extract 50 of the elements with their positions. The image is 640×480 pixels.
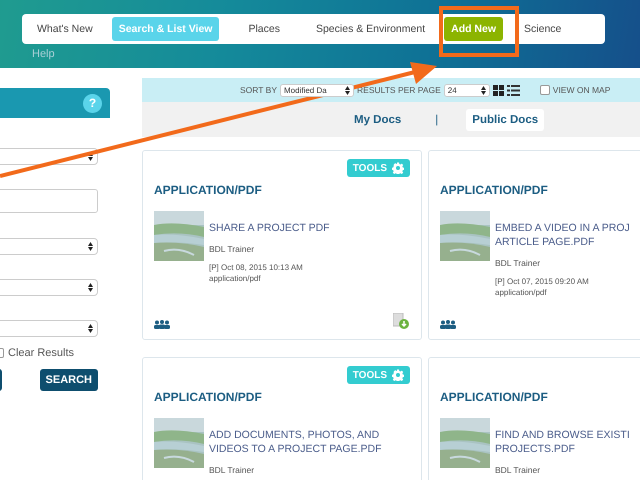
updown-icon [345,86,350,94]
updown-icon [480,86,486,94]
tab-separator: | [435,114,438,126]
updown-icon [88,324,93,333]
document-title[interactable]: VIDEOS TO A PROJECT PAGE.PDF [209,442,382,456]
list-view-icon[interactable] [506,84,520,96]
date: [P] Oct 08, 2015 10:13 AM [209,263,304,272]
checkbox-label: Clear Results [8,347,74,359]
map-checkbox[interactable] [540,85,550,95]
map-checkbox-label: VIEW ON MAP [552,85,610,95]
updown-icon [88,283,93,292]
mime-type: application/pdf [495,288,548,297]
document-title[interactable]: FIND AND BROWSE EXISTI [495,428,630,442]
download-icon[interactable] [393,313,409,329]
document-type: APPLICATION/PDF [440,183,549,197]
grid-view-icon[interactable] [492,84,504,96]
document-title[interactable]: ARTICLE PAGE.PDF [495,235,630,249]
nav-link[interactable]: What's New [30,17,100,41]
document-type: APPLICATION/PDF [154,183,263,197]
author: BDL Trainer [495,258,542,268]
document-title[interactable]: EMBED A VIDEO IN A PROJ [495,221,630,235]
mime-type: application/pdf [209,274,262,283]
input-field[interactable] [0,189,98,213]
per-page-label: RESULTS PER PAGE [357,85,441,95]
nav-link[interactable]: Science [517,17,568,41]
author: BDL Trainer [209,465,256,475]
sort-select[interactable]: Modified Da [280,84,354,96]
select-field[interactable] [0,320,98,337]
select-field[interactable] [0,238,98,255]
select-field[interactable] [0,279,98,296]
search-button[interactable]: SEARCH [40,369,98,391]
document-title[interactable]: SHARE A PROJECT PDF [209,221,330,235]
gear-icon [392,369,404,381]
per-page-select[interactable]: 24 [444,84,490,96]
tab[interactable]: My Docs [348,108,408,130]
gear-icon [392,162,404,174]
nav-link[interactable]: Places [241,17,287,41]
date: [P] Oct 07, 2015 09:20 AM [495,277,590,286]
tab[interactable]: Public Docs [466,108,544,130]
sort-label: SORT BY [240,85,278,95]
updown-icon [88,152,93,161]
author: BDL Trainer [209,244,256,254]
document-type: APPLICATION/PDF [154,390,263,404]
select-field[interactable] [0,148,98,165]
nav-link[interactable]: Species & Environment [308,17,432,41]
document-type: APPLICATION/PDF [440,390,549,404]
author: BDL Trainer [495,465,542,475]
document-title[interactable]: ADD DOCUMENTS, PHOTOS, AND [209,428,382,442]
updown-icon [88,242,93,251]
document-title[interactable]: PROJECTS.PDF [495,442,630,456]
